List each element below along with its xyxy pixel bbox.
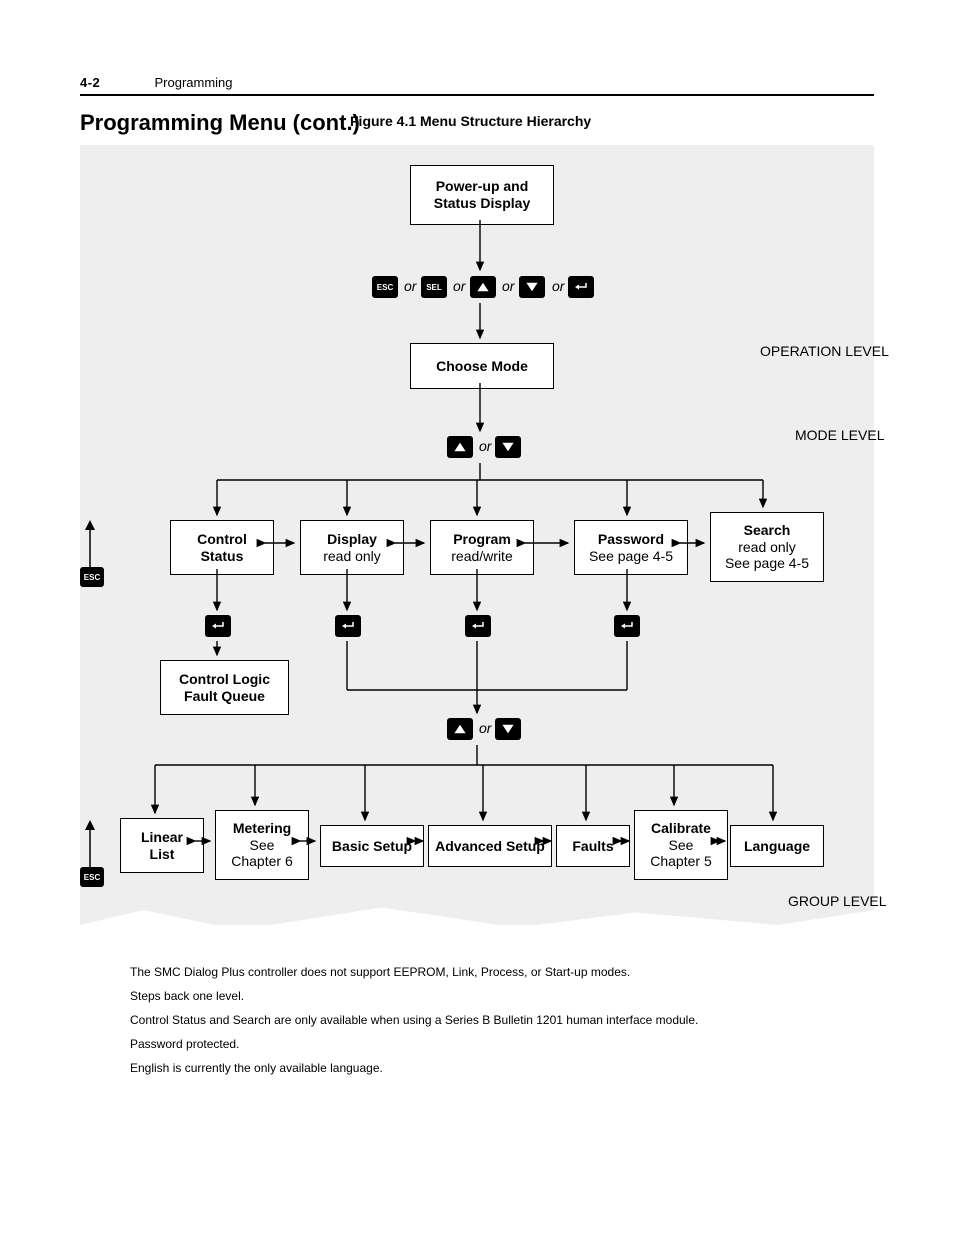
box-linear-list: LinearList: [120, 818, 204, 873]
down-key-icon: [519, 276, 545, 298]
up-key-icon: [447, 436, 473, 458]
level-operation: OPERATION LEVEL: [760, 343, 889, 359]
box-calibrate: CalibrateSeeChapter 5: [634, 810, 728, 880]
box-search: Searchread onlySee page 4-5: [710, 512, 824, 582]
box-display: Displayread only: [300, 520, 404, 575]
box-advanced-setup: Advanced Setup: [428, 825, 552, 867]
box-metering: MeteringSeeChapter 6: [215, 810, 309, 880]
box-choose-mode: Choose Mode: [410, 343, 554, 389]
box-basic-setup: Basic Setup: [320, 825, 424, 867]
esc-key-icon: ESC: [80, 567, 104, 587]
note-2: Steps back one level.: [130, 984, 698, 1008]
enter-key-icon: [205, 615, 231, 637]
note-5: English is currently the only available …: [130, 1056, 698, 1080]
section-title: Programming Menu (cont.): [80, 110, 360, 136]
level-group: GROUP LEVEL: [788, 893, 887, 909]
esc-key-icon: ESC: [372, 276, 398, 298]
enter-key-icon: [335, 615, 361, 637]
box-password: PasswordSee page 4-5: [574, 520, 688, 575]
footnotes: The SMC Dialog Plus controller does not …: [130, 960, 698, 1080]
box-language: Language: [730, 825, 824, 867]
note-4: Password protected.: [130, 1032, 698, 1056]
chapter-name: Programming: [154, 75, 232, 90]
box-program: Programread/write: [430, 520, 534, 575]
box-powerup: Power-up and Status Display: [410, 165, 554, 225]
sel-key-icon: SEL: [421, 276, 447, 298]
page-header: 4-2 Programming: [80, 75, 874, 96]
down-key-icon: [495, 436, 521, 458]
figure-title: Figure 4.1 Menu Structure Hierarchy: [350, 113, 591, 129]
up-key-icon: [470, 276, 496, 298]
esc-key-icon: ESC: [80, 867, 104, 887]
box-faults: Faults: [556, 825, 630, 867]
level-mode: MODE LEVEL: [795, 427, 884, 443]
enter-key-icon: [465, 615, 491, 637]
note-3: Control Status and Search are only avail…: [130, 1008, 698, 1032]
box-control-logic-fault-queue: Control LogicFault Queue: [160, 660, 289, 715]
note-1: The SMC Dialog Plus controller does not …: [130, 960, 698, 984]
page-number: 4-2: [80, 75, 100, 90]
box-control-status: ControlStatus: [170, 520, 274, 575]
up-key-icon: [447, 718, 473, 740]
enter-key-icon: [614, 615, 640, 637]
down-key-icon: [495, 718, 521, 740]
enter-key-icon: [568, 276, 594, 298]
